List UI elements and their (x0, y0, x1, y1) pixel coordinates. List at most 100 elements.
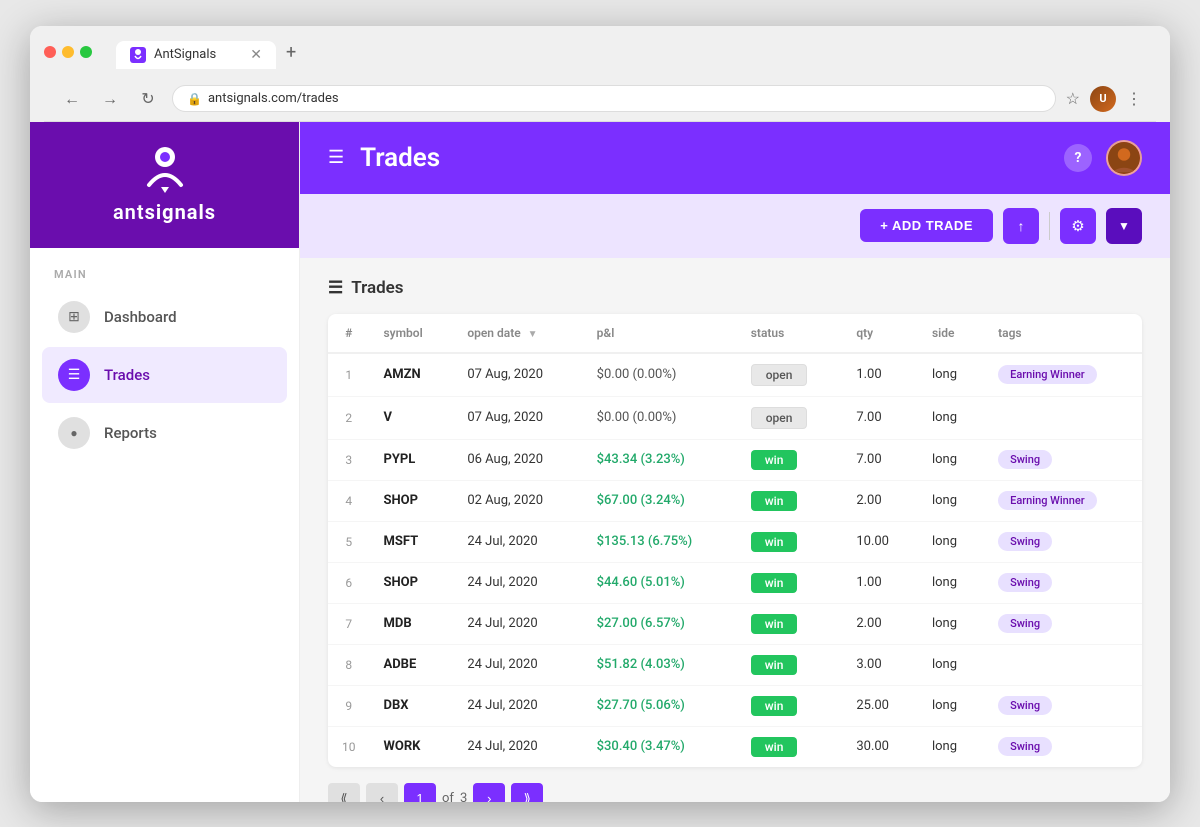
nav-user-avatar[interactable]: U (1090, 86, 1116, 112)
add-trade-label: + ADD TRADE (880, 218, 973, 233)
browser-nav: ← → ↻ 🔒 antsignals.com/trades ☆ U ⋮ (44, 77, 1156, 122)
browser-tab-active[interactable]: AntSignals ✕ (116, 41, 276, 69)
cell-tags: Swing (984, 562, 1142, 603)
cell-symbol: WORK (370, 726, 454, 767)
cell-open-date: 07 Aug, 2020 (453, 396, 582, 439)
table-header-row: # symbol open date ▼ p&l status qty side… (328, 314, 1142, 353)
th-symbol[interactable]: symbol (370, 314, 454, 353)
table-row[interactable]: 7 MDB 24 Jul, 2020 $27.00 (6.57%) win 2.… (328, 603, 1142, 644)
tag-badge: Swing (998, 737, 1052, 756)
table-row[interactable]: 6 SHOP 24 Jul, 2020 $44.60 (5.01%) win 1… (328, 562, 1142, 603)
nav-right-controls: ☆ U ⋮ (1066, 86, 1142, 112)
th-pnl[interactable]: p&l (583, 314, 737, 353)
cell-num: 2 (328, 396, 370, 439)
toolbar: + ADD TRADE ↑ ⚙ ▼ (300, 194, 1170, 258)
upload-icon: ↑ (1018, 218, 1025, 234)
cell-num: 9 (328, 685, 370, 726)
cell-qty: 25.00 (842, 685, 918, 726)
th-tags[interactable]: tags (984, 314, 1142, 353)
header-user-avatar[interactable] (1106, 140, 1142, 176)
sidebar-nav: ⊞ Dashboard ☰ Trades ● Reports (30, 289, 299, 461)
cell-qty: 10.00 (842, 521, 918, 562)
app-layout: antsignals MAIN ⊞ Dashboard ☰ Trades ● R… (30, 122, 1170, 802)
section-heading-icon: ☰ (328, 278, 343, 298)
pagination-page-1[interactable]: 1 (404, 783, 436, 802)
cell-status: win (737, 685, 843, 726)
pagination-first[interactable]: ⟪ (328, 783, 360, 802)
cell-open-date: 02 Aug, 2020 (453, 480, 582, 521)
cell-open-date: 24 Jul, 2020 (453, 644, 582, 685)
nav-refresh-button[interactable]: ↻ (134, 85, 162, 113)
nav-forward-button[interactable]: → (96, 85, 124, 113)
url-text: antsignals.com/trades (208, 91, 339, 106)
main-content: ☰ Trades ? + ADD TR (300, 122, 1170, 802)
pagination-next[interactable]: › (473, 783, 505, 802)
cell-side: long (918, 480, 984, 521)
trades-table: # symbol open date ▼ p&l status qty side… (328, 314, 1142, 767)
cell-pnl: $135.13 (6.75%) (583, 521, 737, 562)
upload-button[interactable]: ↑ (1003, 208, 1039, 244)
tag-badge: Swing (998, 696, 1052, 715)
help-button[interactable]: ? (1064, 144, 1092, 172)
address-bar[interactable]: 🔒 antsignals.com/trades (172, 85, 1056, 112)
cell-qty: 30.00 (842, 726, 918, 767)
cell-status: win (737, 521, 843, 562)
cell-side: long (918, 603, 984, 644)
cell-status: win (737, 603, 843, 644)
filter-icon: ▼ (1118, 219, 1130, 233)
cell-qty: 3.00 (842, 644, 918, 685)
sidebar-label-dashboard: Dashboard (104, 308, 177, 326)
cell-num: 6 (328, 562, 370, 603)
tag-badge: Swing (998, 573, 1052, 592)
th-qty[interactable]: qty (842, 314, 918, 353)
dashboard-icon: ⊞ (58, 301, 90, 333)
tag-badge: Earning Winner (998, 491, 1097, 510)
pagination-prev[interactable]: ‹ (366, 783, 398, 802)
table-row[interactable]: 1 AMZN 07 Aug, 2020 $0.00 (0.00%) open 1… (328, 353, 1142, 397)
cell-symbol: SHOP (370, 562, 454, 603)
trades-table-wrapper: # symbol open date ▼ p&l status qty side… (328, 314, 1142, 767)
traffic-light-yellow[interactable] (62, 46, 74, 58)
cell-side: long (918, 521, 984, 562)
cell-status: win (737, 726, 843, 767)
th-open-date[interactable]: open date ▼ (453, 314, 582, 353)
table-row[interactable]: 8 ADBE 24 Jul, 2020 $51.82 (4.03%) win 3… (328, 644, 1142, 685)
settings-button[interactable]: ⚙ (1060, 208, 1096, 244)
cell-open-date: 07 Aug, 2020 (453, 353, 582, 397)
th-status[interactable]: status (737, 314, 843, 353)
sidebar: antsignals MAIN ⊞ Dashboard ☰ Trades ● R… (30, 122, 300, 802)
table-row[interactable]: 4 SHOP 02 Aug, 2020 $67.00 (3.24%) win 2… (328, 480, 1142, 521)
cell-qty: 2.00 (842, 603, 918, 644)
sidebar-item-reports[interactable]: ● Reports (42, 405, 287, 461)
filter-button[interactable]: ▼ (1106, 208, 1142, 244)
nav-back-button[interactable]: ← (58, 85, 86, 113)
section-heading: ☰ Trades (328, 278, 1142, 298)
traffic-light-green[interactable] (80, 46, 92, 58)
cell-side: long (918, 562, 984, 603)
pagination-last[interactable]: ⟫ (511, 783, 543, 802)
th-side[interactable]: side (918, 314, 984, 353)
table-row[interactable]: 5 MSFT 24 Jul, 2020 $135.13 (6.75%) win … (328, 521, 1142, 562)
hamburger-button[interactable]: ☰ (328, 147, 344, 168)
cell-open-date: 24 Jul, 2020 (453, 685, 582, 726)
table-row[interactable]: 3 PYPL 06 Aug, 2020 $43.34 (3.23%) win 7… (328, 439, 1142, 480)
cell-tags: Earning Winner (984, 480, 1142, 521)
bookmark-icon[interactable]: ☆ (1066, 89, 1080, 108)
cell-pnl: $43.34 (3.23%) (583, 439, 737, 480)
main-header: ☰ Trades ? (300, 122, 1170, 194)
add-trade-button[interactable]: + ADD TRADE (860, 209, 993, 242)
pagination: ⟪ ‹ 1 of 3 › ⟫ (328, 767, 1142, 802)
cell-open-date: 24 Jul, 2020 (453, 562, 582, 603)
traffic-light-red[interactable] (44, 46, 56, 58)
table-row[interactable]: 2 V 07 Aug, 2020 $0.00 (0.00%) open 7.00… (328, 396, 1142, 439)
table-row[interactable]: 9 DBX 24 Jul, 2020 $27.70 (5.06%) win 25… (328, 685, 1142, 726)
sidebar-item-trades[interactable]: ☰ Trades (42, 347, 287, 403)
sidebar-item-dashboard[interactable]: ⊞ Dashboard (42, 289, 287, 345)
sidebar-section-label: MAIN (30, 248, 299, 289)
new-tab-button[interactable]: + (276, 36, 306, 69)
tab-close-button[interactable]: ✕ (250, 47, 262, 63)
cell-symbol: DBX (370, 685, 454, 726)
table-row[interactable]: 10 WORK 24 Jul, 2020 $30.40 (3.47%) win … (328, 726, 1142, 767)
browser-menu-icon[interactable]: ⋮ (1126, 89, 1142, 108)
cell-status: open (737, 353, 843, 397)
